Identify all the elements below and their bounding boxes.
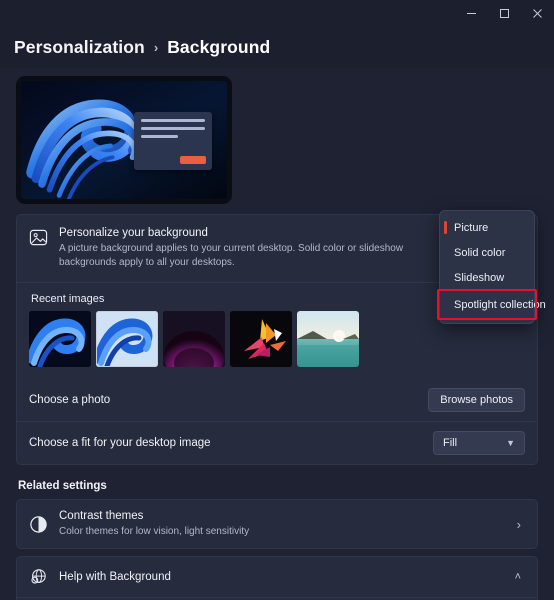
contrast-themes-card[interactable]: Contrast themes Color themes for low vis… bbox=[16, 499, 538, 549]
purple-glow-thumbnail[interactable] bbox=[163, 311, 225, 367]
dropdown-option-solid-color[interactable]: Solid color bbox=[440, 240, 534, 265]
thumbnail-image bbox=[29, 311, 91, 367]
choose-fit-row: Choose a fit for your desktop image Fill… bbox=[17, 421, 537, 464]
bloom-dark-thumbnail[interactable] bbox=[29, 311, 91, 367]
choose-fit-dropdown[interactable]: Fill ▼ bbox=[433, 431, 525, 455]
breadcrumb: Personalization › Background bbox=[0, 26, 554, 68]
choose-photo-row: Choose a photo Browse photos bbox=[17, 379, 537, 421]
choose-fit-text: Choose a fit for your desktop image bbox=[29, 436, 433, 451]
choose-fit-label: Choose a fit for your desktop image bbox=[29, 436, 211, 449]
thumbnail-image bbox=[163, 311, 225, 367]
help-title: Help with Background bbox=[59, 570, 171, 583]
personalize-description: A picture background applies to your cur… bbox=[59, 243, 404, 268]
background-type-dropdown-list[interactable]: Picture Solid color Slideshow Spotlight … bbox=[437, 210, 546, 324]
thumbnail-image bbox=[230, 311, 292, 367]
monitor-frame bbox=[16, 76, 232, 204]
choose-fit-value: Fill bbox=[443, 437, 458, 449]
related-settings-title: Related settings bbox=[18, 480, 107, 492]
breadcrumb-separator-icon: › bbox=[153, 39, 159, 55]
chevron-up-icon[interactable]: ˄ bbox=[515, 571, 525, 583]
thumbnail-image bbox=[96, 311, 158, 367]
browse-photos-button[interactable]: Browse photos bbox=[428, 388, 525, 412]
personalize-background-row: Personalize your background A picture ba… bbox=[17, 210, 546, 324]
dialog-accent-button bbox=[180, 155, 207, 164]
dialog-line bbox=[141, 134, 179, 138]
dropdown-option-label: Slideshow bbox=[454, 271, 505, 284]
picture-icon bbox=[29, 226, 59, 247]
background-preview bbox=[16, 68, 538, 214]
title-bar bbox=[0, 0, 554, 26]
close-button[interactable] bbox=[521, 0, 554, 26]
maximize-button[interactable] bbox=[488, 0, 521, 26]
preview-dialog-mock bbox=[134, 111, 213, 170]
dropdown-option-picture[interactable]: Picture bbox=[440, 215, 534, 240]
choose-photo-text: Choose a photo bbox=[29, 393, 428, 408]
choose-photo-label: Choose a photo bbox=[29, 393, 111, 406]
dropdown-option-label: Picture bbox=[454, 221, 489, 234]
page-title: Background bbox=[167, 36, 271, 57]
help-card: Help with Background ˄ Getting new wallp… bbox=[16, 556, 538, 600]
personalize-title: Personalize your background bbox=[59, 227, 208, 239]
chevron-right-icon[interactable]: › bbox=[517, 517, 525, 532]
contrast-themes-row[interactable]: Contrast themes Color themes for low vis… bbox=[17, 500, 537, 548]
settings-content: Personalize your background A picture ba… bbox=[0, 68, 554, 600]
minimize-button[interactable] bbox=[455, 0, 488, 26]
help-text: Help with Background bbox=[59, 570, 515, 585]
flower-abstract-thumbnail[interactable] bbox=[230, 311, 292, 367]
dialog-line bbox=[141, 118, 206, 122]
contrast-themes-description: Color themes for low vision, light sensi… bbox=[59, 526, 250, 537]
dropdown-option-slideshow[interactable]: Slideshow bbox=[440, 265, 534, 290]
contrast-icon bbox=[29, 515, 59, 534]
dropdown-option-label: Solid color bbox=[454, 246, 506, 259]
bloom-light-thumbnail[interactable] bbox=[96, 311, 158, 367]
contrast-themes-text: Contrast themes Color themes for low vis… bbox=[59, 509, 517, 539]
personalize-card: Personalize your background A picture ba… bbox=[16, 210, 546, 465]
help-header-row[interactable]: Help with Background ˄ bbox=[17, 557, 537, 597]
breadcrumb-personalization[interactable]: Personalization bbox=[14, 37, 145, 58]
dialog-line bbox=[141, 126, 206, 130]
help-globe-icon bbox=[29, 568, 59, 586]
beach-sunset-thumbnail[interactable] bbox=[297, 311, 359, 367]
dropdown-option-spotlight-collection[interactable]: Spotlight collection bbox=[437, 289, 546, 320]
contrast-themes-title: Contrast themes bbox=[59, 510, 144, 522]
personalize-text: Personalize your background A picture ba… bbox=[59, 226, 429, 270]
dropdown-option-label: Spotlight collection bbox=[454, 298, 546, 311]
thumbnail-image bbox=[297, 311, 359, 367]
chevron-down-icon: ▼ bbox=[506, 438, 515, 448]
